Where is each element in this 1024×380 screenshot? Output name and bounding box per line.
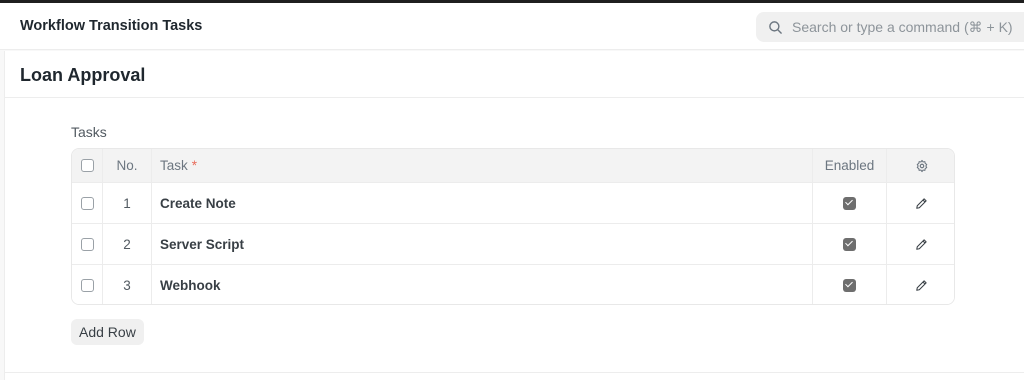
form-page: Loan Approval Tasks No. Task * Enabled 1 … bbox=[4, 51, 1024, 380]
required-marker: * bbox=[191, 158, 198, 173]
row-number: 1 bbox=[103, 183, 152, 223]
column-settings-button[interactable] bbox=[887, 149, 954, 182]
table-row[interactable]: 3 Webhook bbox=[72, 264, 954, 304]
row-select-checkbox[interactable] bbox=[80, 196, 94, 210]
gear-icon bbox=[916, 159, 927, 172]
select-all-checkbox[interactable] bbox=[80, 159, 94, 172]
section-divider bbox=[5, 372, 1024, 373]
search-icon bbox=[769, 21, 782, 34]
enabled-checkbox[interactable] bbox=[843, 237, 856, 251]
table-row[interactable]: 2 Server Script bbox=[72, 223, 954, 264]
navbar-title[interactable]: Workflow Transition Tasks bbox=[20, 18, 202, 34]
search-bar[interactable]: Search or type a command (⌘ + K) bbox=[756, 12, 1024, 42]
pencil-icon bbox=[916, 238, 927, 250]
task-cell[interactable]: Create Note bbox=[152, 183, 813, 223]
task-cell[interactable]: Webhook bbox=[152, 265, 813, 304]
tasks-table: No. Task * Enabled 1 Create Note 2 Serve… bbox=[71, 148, 955, 305]
column-header-no: No. bbox=[103, 149, 152, 182]
pencil-icon bbox=[916, 197, 927, 209]
task-cell[interactable]: Server Script bbox=[152, 224, 813, 264]
pencil-icon bbox=[916, 279, 927, 291]
row-select-checkbox[interactable] bbox=[80, 237, 94, 251]
page-header: Loan Approval bbox=[5, 51, 1024, 98]
add-row-button[interactable]: Add Row bbox=[71, 319, 144, 345]
navbar: Workflow Transition Tasks Search or type… bbox=[0, 3, 1024, 50]
page-title: Loan Approval bbox=[20, 65, 146, 85]
row-number: 3 bbox=[103, 265, 152, 304]
table-header-row: No. Task * Enabled bbox=[72, 149, 954, 182]
column-header-enabled: Enabled bbox=[813, 149, 887, 182]
enabled-checkbox[interactable] bbox=[843, 196, 856, 210]
column-header-task: Task * bbox=[152, 149, 813, 182]
row-number: 2 bbox=[103, 224, 152, 264]
search-input[interactable]: Search or type a command (⌘ + K) bbox=[792, 19, 1013, 36]
edit-row-button[interactable] bbox=[887, 265, 954, 304]
column-header-task-label: Task bbox=[160, 158, 188, 173]
table-row[interactable]: 1 Create Note bbox=[72, 182, 954, 223]
edit-row-button[interactable] bbox=[887, 224, 954, 264]
edit-row-button[interactable] bbox=[887, 183, 954, 223]
row-select-checkbox[interactable] bbox=[80, 278, 94, 292]
tasks-label: Tasks bbox=[71, 124, 107, 140]
enabled-checkbox[interactable] bbox=[843, 278, 856, 292]
